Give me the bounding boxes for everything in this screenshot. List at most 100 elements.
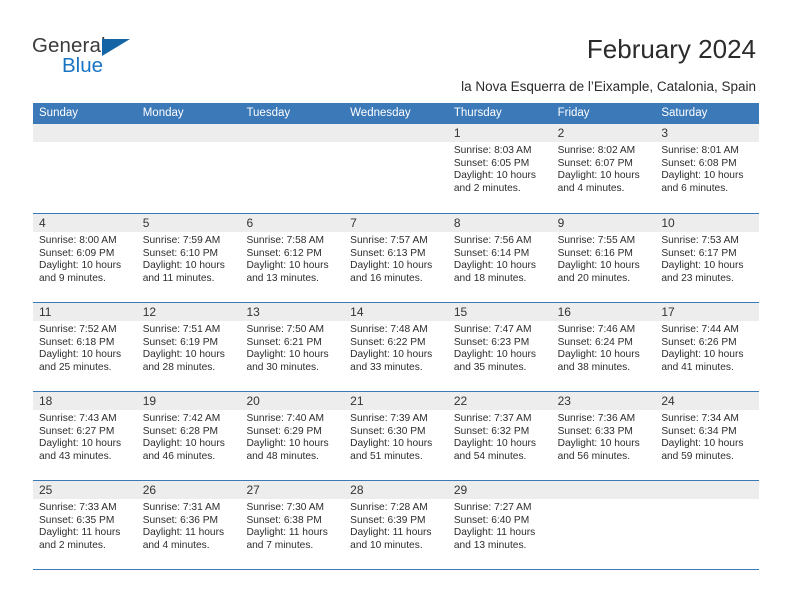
day-detail-line: Daylight: 11 hours: [453, 527, 536, 539]
day-number-band: 3: [655, 124, 760, 142]
calendar-day-cell[interactable]: 7 Sunrise: 7:57 AM Sunset: 6:13 PM Daylight…: [344, 214, 448, 302]
calendar-day-cell[interactable]: 9 Sunrise: 7:55 AM Sunset: 6:16 PM Daylight…: [551, 214, 656, 302]
calendar-day-cell[interactable]: 22 Sunrise: 7:37 AM Sunset: 6:32 PM Dayligh…: [447, 392, 552, 480]
calendar-day-cell[interactable]: 24 Sunrise: 7:34 AM Sunset: 6:34 PM Dayligh…: [655, 392, 760, 480]
weekday-header-saturday: Saturday: [661, 107, 708, 119]
page-subtitle: la Nova Esquerra de l’Eixample, Cataloni…: [461, 79, 756, 94]
calendar-day-cell[interactable]: 5 Sunrise: 7:59 AM Sunset: 6:10 PM Daylight…: [136, 214, 241, 302]
weekday-header-sunday: Sunday: [39, 107, 79, 119]
calendar-day-cell[interactable]: 12 Sunrise: 7:51 AM Sunset: 6:19 PM Dayligh…: [136, 303, 241, 391]
day-number-band: 26: [136, 481, 241, 499]
day-detail-line: Daylight: 11 hours: [350, 527, 432, 539]
day-detail-line: and 59 minutes.: [661, 450, 734, 462]
day-number: 22: [453, 394, 468, 408]
calendar-day-cell[interactable]: 11 Sunrise: 7:52 AM Sunset: 6:18 PM Dayligh…: [33, 303, 137, 391]
day-number-band: [33, 124, 137, 142]
day-number: 10: [661, 216, 675, 230]
day-number: 17: [661, 305, 675, 319]
day-detail-line: Daylight: 10 hours: [39, 260, 122, 272]
calendar-day-cell[interactable]: 28 Sunrise: 7:28 AM Sunset: 6:39 PM Dayligh…: [344, 481, 448, 569]
day-detail-line: and 33 minutes.: [350, 361, 423, 373]
day-detail-line: Sunrise: 7:53 AM: [661, 235, 739, 246]
day-detail-lines: Sunrise: 8:03 AM Sunset: 6:05 PM Daylight:…: [448, 142, 552, 195]
day-detail-line: Sunrise: 7:34 AM: [661, 413, 739, 424]
day-detail-line: Daylight: 10 hours: [453, 260, 536, 272]
day-number-band: 14: [344, 303, 448, 321]
calendar-day-cell[interactable]: 14 Sunrise: 7:48 AM Sunset: 6:22 PM Dayligh…: [344, 303, 448, 391]
day-detail-line: and 46 minutes.: [142, 450, 216, 462]
day-detail-line: Sunset: 6:33 PM: [557, 425, 633, 437]
day-detail-lines: [344, 142, 448, 145]
day-detail-line: Sunrise: 7:46 AM: [557, 324, 636, 335]
calendar-day-cell[interactable]: 18 Sunrise: 7:43 AM Sunset: 6:27 PM Dayligh…: [33, 392, 137, 480]
day-number: 13: [246, 305, 260, 319]
calendar-day-cell[interactable]: 2 Sunrise: 8:02 AM Sunset: 6:07 PM Daylight…: [551, 124, 656, 213]
calendar-day-cell[interactable]: 8 Sunrise: 7:56 AM Sunset: 6:14 PM Daylight…: [447, 214, 552, 302]
day-detail-line: and 51 minutes.: [350, 450, 423, 462]
calendar-day-cell[interactable]: 6 Sunrise: 7:58 AM Sunset: 6:12 PM Daylight…: [240, 214, 345, 302]
day-number: 4: [39, 216, 46, 230]
day-detail-line: and 13 minutes.: [246, 272, 319, 284]
day-detail-line: Sunrise: 8:00 AM: [39, 235, 117, 246]
calendar-day-cell[interactable]: 3 Sunrise: 8:01 AM Sunset: 6:08 PM Daylight…: [655, 124, 760, 213]
day-detail-line: Sunset: 6:07 PM: [557, 157, 633, 169]
day-number: 20: [246, 394, 260, 408]
day-number: 25: [39, 483, 53, 497]
calendar-bottom-rule: [33, 569, 759, 570]
calendar-day-cell[interactable]: 23 Sunrise: 7:36 AM Sunset: 6:33 PM Dayligh…: [551, 392, 656, 480]
calendar-day-cell[interactable]: 21 Sunrise: 7:39 AM Sunset: 6:30 PM Dayligh…: [344, 392, 448, 480]
calendar-day-cell[interactable]: 20 Sunrise: 7:40 AM Sunset: 6:29 PM Dayligh…: [240, 392, 345, 480]
day-number: 9: [557, 216, 565, 230]
day-number: 14: [350, 305, 364, 319]
weekday-header-thursday: Thursday: [453, 107, 502, 119]
calendar-day-cell[interactable]: 1 Sunrise: 8:03 AM Sunset: 6:05 PM Daylight…: [447, 124, 552, 213]
day-detail-lines: Sunrise: 7:39 AM Sunset: 6:30 PM Daylight:…: [344, 410, 448, 463]
day-detail-line: Sunrise: 7:43 AM: [39, 413, 117, 424]
day-detail-line: Sunrise: 7:30 AM: [246, 502, 325, 513]
day-number-band: 15: [447, 303, 552, 321]
day-detail-lines: Sunrise: 7:47 AM Sunset: 6:23 PM Daylight:…: [448, 321, 552, 374]
day-detail-line: Sunrise: 8:01 AM: [661, 145, 739, 156]
day-detail-lines: Sunrise: 7:27 AM Sunset: 6:40 PM Daylight:…: [448, 499, 552, 552]
calendar-day-cell[interactable]: 15 Sunrise: 7:47 AM Sunset: 6:23 PM Dayligh…: [447, 303, 552, 391]
day-detail-lines: Sunrise: 7:52 AM Sunset: 6:18 PM Daylight:…: [33, 321, 137, 374]
day-detail-line: Sunrise: 7:42 AM: [142, 413, 221, 424]
weekday-header-monday: Monday: [142, 107, 184, 119]
calendar-day-cell[interactable]: 27 Sunrise: 7:30 AM Sunset: 6:38 PM Dayligh…: [240, 481, 345, 569]
calendar-day-cell[interactable]: 13 Sunrise: 7:50 AM Sunset: 6:21 PM Dayligh…: [240, 303, 345, 391]
day-detail-line: Sunrise: 7:28 AM: [350, 502, 428, 513]
day-detail-line: Daylight: 10 hours: [142, 349, 225, 361]
day-detail-line: Sunset: 6:34 PM: [661, 425, 737, 437]
day-number-band: 8: [447, 214, 552, 232]
day-number-band: 25: [33, 481, 137, 499]
day-detail-line: Sunrise: 7:27 AM: [453, 502, 532, 513]
day-number: 18: [39, 394, 53, 408]
day-detail-line: Daylight: 10 hours: [453, 349, 536, 361]
day-detail-line: and 38 minutes.: [557, 361, 631, 373]
day-detail-lines: Sunrise: 7:55 AM Sunset: 6:16 PM Daylight:…: [552, 232, 656, 285]
day-number-band: 10: [655, 214, 760, 232]
logo-text-blue: Blue: [62, 54, 104, 77]
calendar-day-cell[interactable]: 16 Sunrise: 7:46 AM Sunset: 6:24 PM Dayligh…: [551, 303, 656, 391]
day-detail-lines: Sunrise: 7:33 AM Sunset: 6:35 PM Daylight:…: [33, 499, 137, 552]
day-detail-line: and 4 minutes.: [557, 182, 625, 194]
day-number-band: 24: [655, 392, 760, 410]
calendar-day-cell[interactable]: 19 Sunrise: 7:42 AM Sunset: 6:28 PM Dayligh…: [136, 392, 241, 480]
day-detail-line: Sunset: 6:32 PM: [453, 425, 530, 437]
day-detail-lines: Sunrise: 7:36 AM Sunset: 6:33 PM Daylight:…: [552, 410, 656, 463]
day-detail-lines: Sunrise: 7:31 AM Sunset: 6:36 PM Daylight:…: [137, 499, 241, 552]
day-detail-line: Sunrise: 7:33 AM: [39, 502, 117, 513]
calendar-day-cell[interactable]: 17 Sunrise: 7:44 AM Sunset: 6:26 PM Dayligh…: [655, 303, 760, 391]
calendar-day-cell[interactable]: 4 Sunrise: 8:00 AM Sunset: 6:09 PM Daylight…: [33, 214, 137, 302]
calendar-day-cell[interactable]: 26 Sunrise: 7:31 AM Sunset: 6:36 PM Dayligh…: [136, 481, 241, 569]
day-detail-line: Sunset: 6:12 PM: [246, 247, 322, 259]
day-number: 7: [350, 216, 357, 230]
weekday-header-friday: Friday: [557, 107, 590, 119]
calendar-day-cell[interactable]: 10 Sunrise: 7:53 AM Sunset: 6:17 PM Dayligh…: [655, 214, 760, 302]
calendar-day-cell[interactable]: 25 Sunrise: 7:33 AM Sunset: 6:35 PM Dayligh…: [33, 481, 137, 569]
calendar-day-cell[interactable]: 29 Sunrise: 7:27 AM Sunset: 6:40 PM Dayligh…: [447, 481, 552, 569]
day-detail-lines: [137, 142, 241, 145]
day-detail-line: Sunset: 6:08 PM: [661, 157, 737, 169]
day-number-band: 27: [240, 481, 345, 499]
day-number-band: 17: [655, 303, 760, 321]
